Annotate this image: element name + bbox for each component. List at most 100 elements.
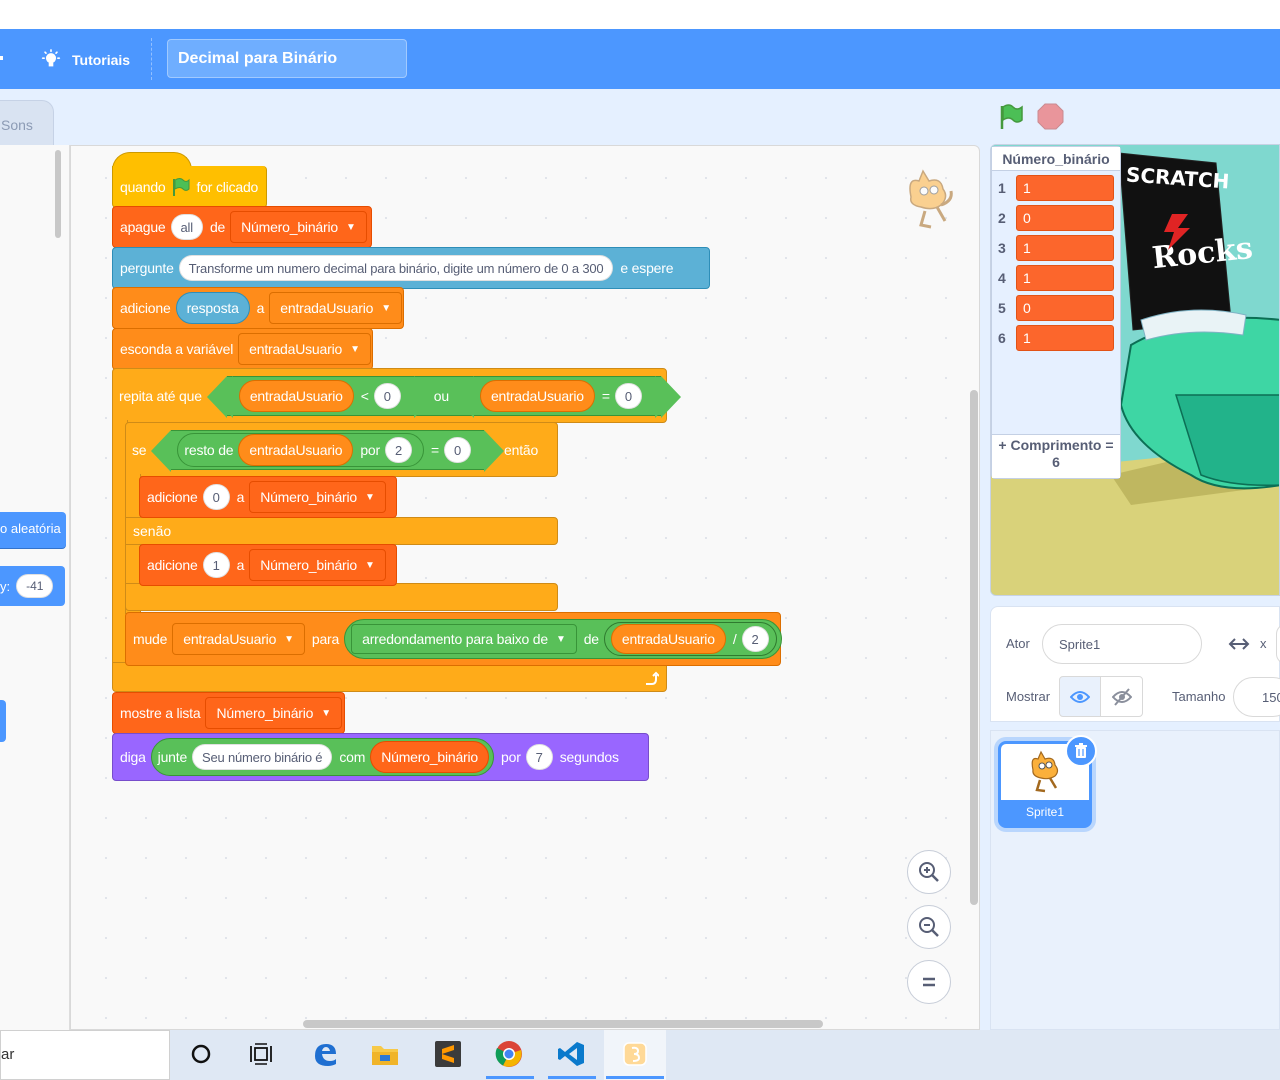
- code-vertical-scrollbar[interactable]: [970, 390, 978, 905]
- size-input[interactable]: 150: [1233, 677, 1280, 717]
- lt-symbol: <: [360, 388, 369, 404]
- vscode-button[interactable]: [556, 1038, 586, 1070]
- file-explorer-button[interactable]: [370, 1038, 400, 1070]
- less-than-operator[interactable]: entradaUsuario < 0: [212, 376, 434, 418]
- list-row-value[interactable]: 1: [1016, 235, 1114, 261]
- item-input[interactable]: 1: [202, 552, 230, 578]
- number-input[interactable]: 0: [373, 383, 401, 409]
- math-function-operator[interactable]: arredondamento para baixo de ▼ de entrada…: [344, 619, 782, 659]
- list-row-value[interactable]: 0: [1016, 205, 1114, 231]
- list-row: 20: [998, 205, 1114, 231]
- zoom-in-button[interactable]: [907, 850, 951, 894]
- repeat-until-label: repita até que: [119, 388, 202, 404]
- variable-reporter[interactable]: entradaUsuario: [610, 624, 726, 654]
- x-position-input[interactable]: [1276, 624, 1280, 664]
- chrome-icon: [495, 1041, 522, 1067]
- list-monitor[interactable]: Número_binário 11 20 31 41 50 61 + Compr…: [991, 146, 1121, 479]
- tutorials-button[interactable]: Tutoriais: [40, 46, 130, 74]
- item-input[interactable]: 0: [202, 484, 230, 510]
- answer-reporter[interactable]: resposta: [175, 292, 250, 324]
- show-label: Mostrar: [1006, 689, 1051, 704]
- add-answer-to-list-block[interactable]: adicione resposta a entradaUsuario ▼: [112, 287, 404, 329]
- hide-button[interactable]: [1100, 676, 1143, 717]
- variable-dropdown[interactable]: entradaUsuario ▼: [172, 623, 305, 655]
- palette-scrollbar[interactable]: [55, 150, 61, 238]
- by-label: por: [360, 442, 380, 458]
- show-list-block[interactable]: mostre a lista Número_binário ▼: [112, 692, 345, 734]
- clicked-label: for clicado: [196, 178, 259, 195]
- tutorials-label: Tutoriais: [72, 52, 131, 68]
- cortana-button[interactable]: [186, 1038, 216, 1070]
- variable-reporter[interactable]: entradaUsuario: [238, 380, 354, 412]
- delete-item-input[interactable]: all: [170, 214, 203, 240]
- size-label: Tamanho: [1172, 689, 1226, 704]
- question-input[interactable]: Transforme um numero decimal para binári…: [178, 255, 614, 281]
- project-title-input[interactable]: Decimal para Binário: [167, 39, 407, 78]
- green-flag-button[interactable]: [997, 103, 1025, 131]
- palette-motion-random-block[interactable]: o aleatória: [0, 512, 66, 548]
- sublime-icon: [435, 1041, 461, 1067]
- number-input[interactable]: 0: [614, 383, 642, 409]
- text-input[interactable]: Seu número binário é: [192, 744, 333, 770]
- ask-and-wait-block[interactable]: pergunte Transforme um numero decimal pa…: [112, 247, 710, 289]
- mod-operator[interactable]: resto de entradaUsuario por 2: [177, 433, 424, 467]
- palette-motion-block-edge[interactable]: [0, 700, 6, 742]
- math-function-dropdown[interactable]: arredondamento para baixo de ▼: [351, 624, 577, 654]
- list-dropdown[interactable]: Número_binário ▼: [249, 481, 386, 513]
- delete-sprite-button[interactable]: [1065, 735, 1097, 767]
- list-dropdown[interactable]: Número_binário ▼: [249, 549, 386, 581]
- equals-operator[interactable]: resto de entradaUsuario por 2 = 0: [151, 430, 504, 472]
- list-row-value[interactable]: 0: [1016, 295, 1114, 321]
- or-operator[interactable]: entradaUsuario < 0 ou entradaUsuario = 0: [206, 376, 682, 418]
- list-dropdown[interactable]: entradaUsuario ▼: [269, 292, 402, 324]
- sublime-text-button[interactable]: [433, 1038, 463, 1070]
- list-reporter[interactable]: Número_binário: [370, 741, 490, 773]
- zoom-reset-button[interactable]: [907, 960, 951, 1004]
- hide-variable-label: esconda a variável: [120, 341, 234, 357]
- add-0-to-list-block[interactable]: adicione 0 a Número_binário ▼: [139, 476, 397, 518]
- variable-dropdown[interactable]: entradaUsuario ▼: [238, 333, 371, 365]
- number-input[interactable]: 0: [443, 437, 472, 463]
- edge-browser-button[interactable]: [310, 1038, 340, 1070]
- equals-operator[interactable]: entradaUsuario = 0: [453, 376, 675, 418]
- divide-operator[interactable]: entradaUsuario / 2: [603, 622, 777, 656]
- variable-reporter[interactable]: entradaUsuario: [479, 380, 595, 412]
- list-row-value[interactable]: 1: [1016, 325, 1114, 351]
- task-view-button[interactable]: [246, 1038, 276, 1070]
- list-row-index: 4: [998, 270, 1006, 286]
- dropdown-arrow-icon: ▼: [381, 302, 391, 314]
- add-1-to-list-block[interactable]: adicione 1 a Número_binário ▼: [139, 544, 397, 586]
- join-label: junte: [157, 749, 188, 765]
- dropdown-arrow-icon: ▼: [365, 559, 375, 571]
- menu-divider: [151, 38, 152, 80]
- number-input[interactable]: 2: [384, 437, 412, 463]
- stop-button[interactable]: [1037, 103, 1064, 130]
- delete-all-of-list-block[interactable]: apague all de Número_binário ▼: [112, 206, 372, 248]
- taskbar-search-box[interactable]: ar: [0, 1030, 170, 1080]
- hide-variable-block[interactable]: esconda a variável entradaUsuario ▼: [112, 328, 373, 370]
- list-dropdown[interactable]: Número_binário ▼: [205, 697, 342, 729]
- equals-reset-icon: [923, 977, 935, 987]
- join-operator[interactable]: junte Seu número binário é com Número_bi…: [150, 738, 495, 776]
- list-row: 41: [998, 265, 1114, 291]
- number-input[interactable]: 2: [741, 626, 769, 652]
- zoom-out-button[interactable]: [907, 905, 951, 949]
- code-horizontal-scrollbar[interactable]: [303, 1020, 823, 1028]
- when-flag-clicked-block[interactable]: quando for clicado: [112, 166, 267, 208]
- y-value-input[interactable]: -41: [16, 574, 54, 598]
- say-for-seconds-block[interactable]: diga junte Seu número binário é com Núme…: [112, 733, 649, 781]
- list-dropdown[interactable]: Número_binário ▼: [230, 211, 367, 243]
- chrome-button[interactable]: [494, 1038, 524, 1070]
- sprite-name-input[interactable]: Sprite1: [1042, 624, 1202, 664]
- list-name: Número_binário: [241, 219, 338, 235]
- show-visible-button[interactable]: [1059, 676, 1101, 717]
- variable-reporter[interactable]: entradaUsuario: [238, 434, 354, 466]
- list-row-value[interactable]: 1: [1016, 265, 1114, 291]
- tab-sounds[interactable]: Sons: [0, 100, 54, 146]
- list-row-value[interactable]: 1: [1016, 175, 1114, 201]
- set-variable-block[interactable]: mude entradaUsuario ▼ para arredondamento…: [125, 612, 782, 666]
- scratch-active-highlight: [604, 1030, 666, 1080]
- seconds-input[interactable]: 7: [525, 744, 553, 770]
- palette-motion-y-block[interactable]: y: -41: [0, 566, 65, 606]
- eye-hidden-icon: [1111, 687, 1132, 706]
